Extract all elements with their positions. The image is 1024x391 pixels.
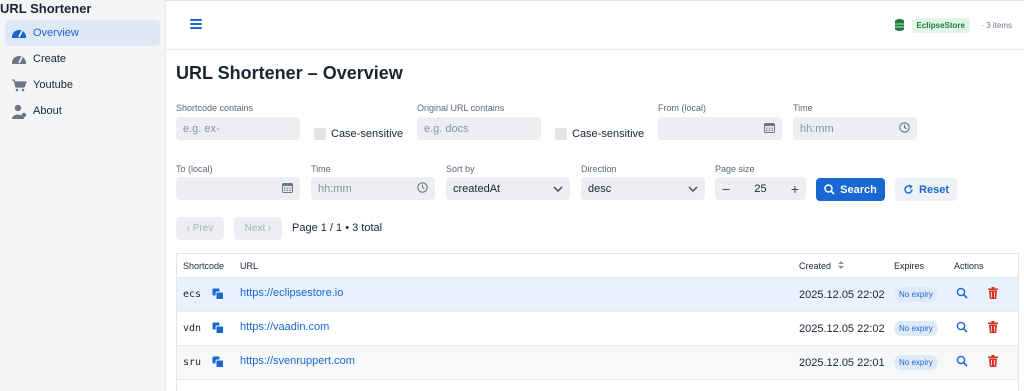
time-label: Time (793, 103, 813, 113)
from-label: From (local) (658, 103, 707, 113)
sidebar: URL Shortener Overview Create Youtube Ab… (0, 0, 166, 391)
table-row[interactable]: vdn https://vaadin.com 2025.12.05 22:02 … (177, 312, 1018, 346)
column-header-created[interactable]: Created (799, 261, 844, 271)
page-size-stepper[interactable]: − 25 + (715, 177, 806, 200)
checkbox-box[interactable] (314, 128, 326, 140)
urls-table: Shortcode URL Created Expires Actions ec… (176, 253, 1019, 391)
menu-toggle-button[interactable] (190, 19, 202, 31)
view-icon[interactable] (956, 287, 968, 302)
direction-label: Direction (581, 164, 617, 174)
copy-icon[interactable] (212, 322, 224, 337)
original-url-input[interactable]: e.g. docs (417, 117, 541, 140)
sort-by-select[interactable]: createdAt (446, 177, 570, 200)
view-icon[interactable] (956, 355, 968, 370)
expiry-badge: No expiry (894, 355, 938, 370)
page-size-value[interactable]: 25 (754, 183, 766, 195)
from-date-input[interactable] (658, 117, 782, 140)
cart-icon (11, 77, 27, 93)
column-header-url[interactable]: URL (240, 261, 258, 271)
view-icon[interactable] (956, 321, 968, 336)
checkbox-label: Case-sensitive (331, 128, 404, 140)
next-page-button[interactable]: Next › (234, 217, 282, 240)
delete-icon[interactable] (988, 287, 998, 302)
top-bar: EclipseStore · 3 items (166, 0, 1024, 50)
increment-button[interactable]: + (791, 181, 799, 197)
url-link[interactable]: https://vaadin.com (240, 321, 329, 333)
table-header: Shortcode URL Created Expires Actions (177, 254, 1018, 278)
column-header-actions: Actions (954, 261, 984, 271)
decrement-button[interactable]: − (722, 181, 730, 197)
created-cell: 2025.12.05 22:02 (799, 289, 885, 301)
sidebar-item-youtube[interactable]: Youtube (5, 72, 160, 98)
sort-icon[interactable] (837, 261, 844, 269)
clock-icon[interactable] (417, 182, 428, 196)
user-icon (11, 103, 27, 119)
url-link[interactable]: https://svenruppert.com (240, 355, 355, 367)
checkbox-label: Case-sensitive (572, 128, 645, 140)
shortcode-label: Shortcode contains (176, 103, 254, 113)
created-cell: 2025.12.05 22:02 (799, 323, 885, 335)
search-icon (824, 184, 835, 195)
original-url-label: Original URL contains (417, 103, 505, 113)
to-label: To (local) (176, 164, 213, 174)
calendar-icon[interactable] (282, 182, 293, 196)
items-count: · 3 items (981, 21, 1012, 30)
shortcode-cell: sru (183, 357, 202, 368)
app-title: URL Shortener (0, 1, 92, 16)
chevron-down-icon[interactable] (553, 184, 563, 196)
created-header-label: Created (799, 261, 832, 271)
copy-icon[interactable] (212, 356, 224, 371)
expiry-badge: No expiry (894, 321, 938, 336)
checkbox-box[interactable] (555, 128, 567, 140)
sidebar-item-create[interactable]: Create (5, 46, 160, 72)
reset-button-label: Reset (919, 183, 949, 196)
clock-icon[interactable] (899, 122, 910, 136)
case-sensitive-url-checkbox[interactable]: Case-sensitive (555, 128, 644, 140)
sidebar-item-label: Youtube (33, 79, 73, 91)
url-link[interactable]: https://eclipsestore.io (240, 287, 343, 299)
to-date-input[interactable] (176, 177, 300, 200)
shortcode-cell: ecs (183, 289, 202, 300)
time-label: Time (311, 164, 331, 174)
calendar-icon[interactable] (764, 122, 775, 136)
prev-page-button[interactable]: ‹ Prev (176, 217, 224, 240)
shortcode-cell: vdn (183, 323, 202, 334)
column-header-expires[interactable]: Expires (894, 261, 924, 271)
table-row[interactable]: ecs https://eclipsestore.io 2025.12.05 2… (177, 278, 1018, 312)
time-placeholder: hh:mm (318, 182, 352, 195)
from-time-input[interactable]: hh:mm (793, 117, 917, 140)
time-placeholder: hh:mm (800, 122, 834, 135)
store-badge: EclipseStore (911, 18, 970, 33)
sidebar-item-about[interactable]: About (5, 98, 160, 124)
search-button[interactable]: Search (816, 178, 885, 201)
sort-by-value: createdAt (453, 182, 501, 195)
refresh-icon (904, 184, 913, 194)
shortcode-input[interactable]: e.g. ex- (176, 117, 300, 140)
sidebar-item-label: About (33, 105, 62, 117)
table-row[interactable]: sru https://svenruppert.com 2025.12.05 2… (177, 346, 1018, 380)
gauge-icon (11, 51, 27, 67)
expiry-badge: No expiry (894, 287, 938, 302)
gauge-icon (11, 25, 27, 41)
sidebar-item-label: Create (33, 53, 67, 65)
page-title: URL Shortener – Overview (176, 63, 403, 83)
created-cell: 2025.12.05 22:01 (799, 357, 885, 369)
database-icon (895, 19, 904, 34)
reset-button[interactable]: Reset (895, 178, 957, 201)
search-button-label: Search (840, 183, 877, 196)
case-sensitive-shortcode-checkbox[interactable]: Case-sensitive (314, 128, 403, 140)
delete-icon[interactable] (988, 321, 998, 336)
sidebar-item-overview[interactable]: Overview (5, 20, 160, 46)
column-header-shortcode[interactable]: Shortcode (183, 261, 224, 271)
to-time-input[interactable]: hh:mm (311, 177, 435, 200)
copy-icon[interactable] (212, 288, 224, 303)
page-size-label: Page size (715, 164, 755, 174)
page-info: Page 1 / 1 • 3 total (292, 222, 383, 234)
direction-select[interactable]: desc (581, 177, 705, 200)
sort-by-label: Sort by (446, 164, 475, 174)
delete-icon[interactable] (988, 355, 998, 370)
chevron-down-icon[interactable] (688, 184, 698, 196)
sidebar-item-label: Overview (33, 27, 79, 39)
direction-value: desc (588, 182, 612, 195)
